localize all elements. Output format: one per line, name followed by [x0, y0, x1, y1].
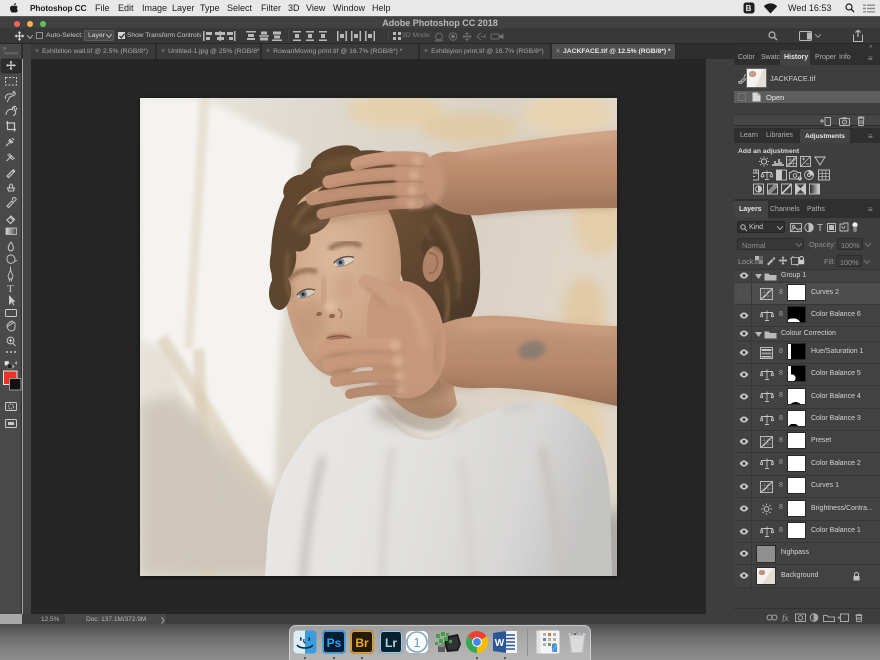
- svg-text:Ps: Ps: [327, 636, 342, 650]
- svg-text:T: T: [817, 223, 823, 233]
- svg-text:Br: Br: [355, 636, 369, 650]
- svg-text:W: W: [495, 638, 505, 649]
- svg-text:»: »: [3, 46, 7, 52]
- svg-text:T: T: [7, 283, 14, 295]
- svg-text:Lr: Lr: [385, 636, 397, 650]
- svg-text:B: B: [746, 4, 752, 13]
- svg-text:fx: fx: [782, 613, 789, 622]
- svg-text:1: 1: [413, 635, 420, 650]
